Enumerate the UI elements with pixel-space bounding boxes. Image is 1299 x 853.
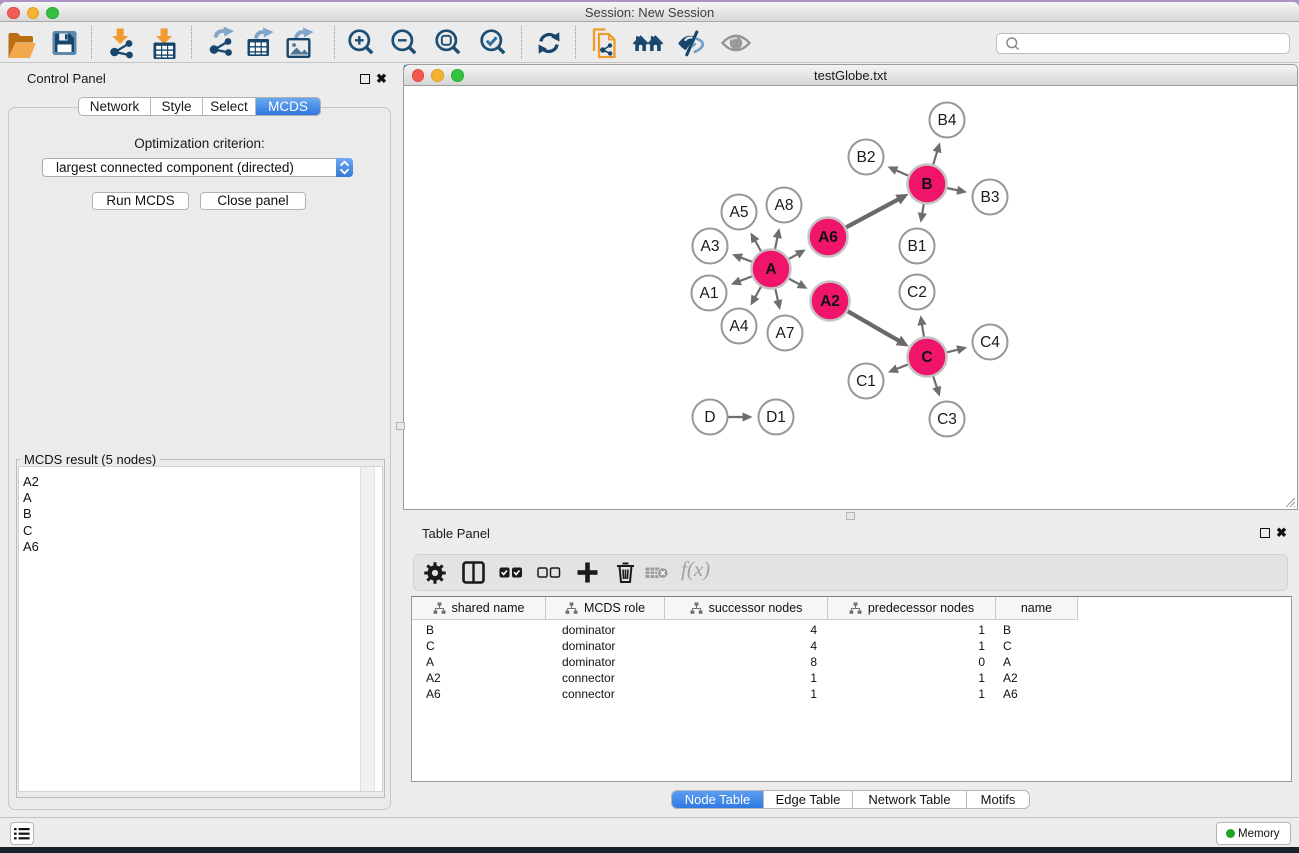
svg-text:A7: A7 [776,325,795,342]
svg-text:B3: B3 [981,189,1000,206]
svg-text:A6: A6 [818,229,838,246]
svg-text:A2: A2 [820,293,840,310]
svg-text:B: B [921,176,932,193]
svg-text:D: D [704,409,715,426]
svg-text:C1: C1 [856,373,876,390]
svg-text:B2: B2 [857,149,876,166]
svg-text:B1: B1 [908,238,927,255]
svg-text:C3: C3 [937,411,957,428]
svg-text:A4: A4 [730,318,749,335]
svg-text:A8: A8 [775,197,794,214]
svg-text:C4: C4 [980,334,1000,351]
svg-text:D1: D1 [766,409,786,426]
svg-text:A3: A3 [701,238,720,255]
svg-text:A: A [765,261,776,278]
svg-text:B4: B4 [938,112,957,129]
svg-text:A5: A5 [730,204,749,221]
svg-text:C2: C2 [907,284,927,301]
svg-text:C: C [921,349,932,366]
svg-text:A1: A1 [700,285,719,302]
